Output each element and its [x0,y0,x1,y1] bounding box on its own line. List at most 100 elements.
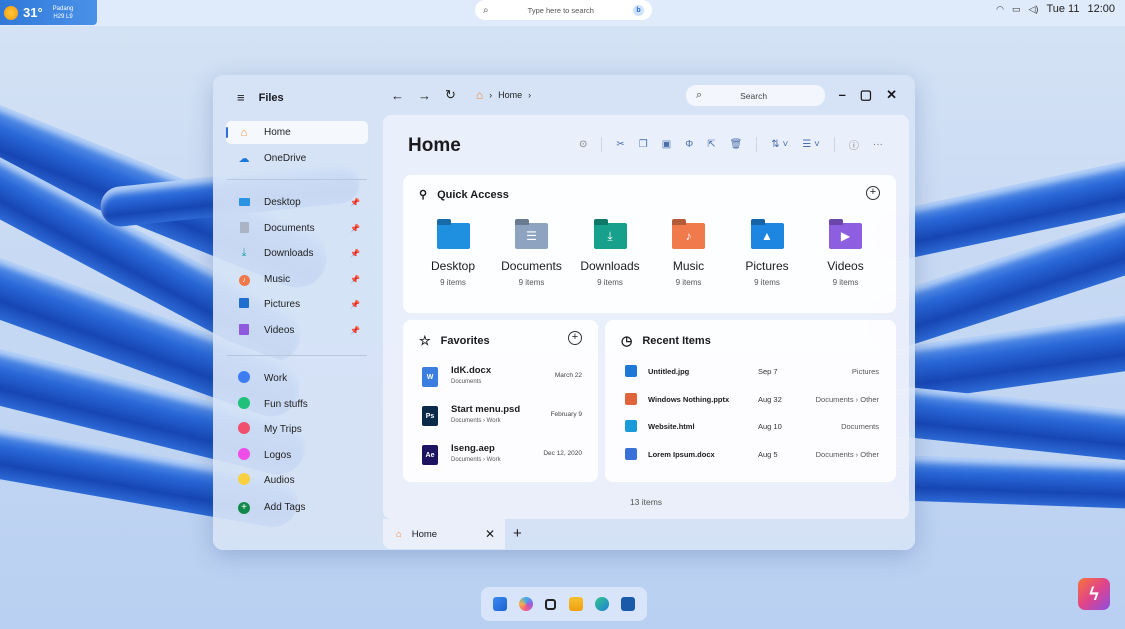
tag-my-trips[interactable]: My Trips [226,418,368,441]
copilot-floating-button[interactable]: ϟ [1078,578,1110,610]
new-icon[interactable]: ⊙ [579,139,587,150]
folder-count: 9 items [597,278,623,287]
quick-access-pictures[interactable]: ▲ Pictures 9 items [727,223,807,287]
clock[interactable]: 12:00 [1087,3,1115,15]
pin-icon[interactable]: 📌 [350,275,360,284]
tag-fun-stuffs[interactable]: Fun stuffs [226,393,368,416]
pin-icon[interactable]: 📌 [350,198,360,207]
sort-icon[interactable]: ⇅ ˅ [771,139,788,150]
start-icon[interactable] [493,597,508,611]
sidebar-item-videos[interactable]: Videos 📌 [226,319,368,342]
tag-color-dot [238,448,250,460]
edge-icon[interactable] [594,597,609,611]
file-date: March 22 [554,372,582,379]
pin-icon[interactable]: 📌 [350,224,360,233]
copilot-icon[interactable] [519,597,534,611]
window-search-input[interactable]: ⌕ Search [686,85,825,106]
tag-logos[interactable]: Logos [226,444,368,467]
help-icon[interactable]: ⓘ [849,137,859,152]
quick-access-downloads[interactable]: ⤓ Downloads 9 items [570,223,650,287]
tag-color-dot [238,397,250,409]
pin-icon[interactable]: 📌 [350,326,360,335]
quick-access-music[interactable]: ♪ Music 9 items [649,223,729,287]
file-date: Aug 10 [758,422,782,431]
favorite-item[interactable]: Ae Iseng.aep Documents › Work Dec 12, 20… [422,443,582,473]
quick-access-desktop[interactable]: Desktop 9 items [413,223,493,287]
rename-icon[interactable]: Φ [685,139,693,150]
folder-count: 9 items [518,278,545,287]
hamburger-menu-icon[interactable]: ≡ [237,90,245,105]
minimize-button[interactable]: – [839,87,846,103]
videos-icon [237,323,251,338]
sidebar-item-pictures[interactable]: Pictures 📌 [226,293,368,316]
bing-icon[interactable]: b [633,4,644,16]
paste-icon[interactable]: ▣ [662,139,671,150]
documents-icon [237,221,251,236]
store-icon[interactable] [620,597,635,611]
share-icon[interactable]: ⇱ [707,139,715,150]
folder-name: Downloads [580,259,640,273]
quick-access-documents[interactable]: ☰ Documents 9 items [492,223,572,287]
desktop-folder-icon [237,197,251,209]
sidebar-item-downloads[interactable]: ⤓ Downloads 📌 [226,242,368,265]
pin-icon[interactable]: 📌 [350,249,360,258]
back-button[interactable]: ← [391,88,404,103]
file-name: Website.html [648,422,695,431]
forward-button[interactable]: → [418,88,431,103]
recent-item[interactable]: Untitled.jpg Sep 7 Pictures [625,365,879,385]
breadcrumb: ⌂ › Home › [476,88,531,102]
home-icon[interactable]: ⌂ [476,88,483,102]
battery-icon[interactable]: ▭ [1012,4,1021,15]
sidebar-item-documents[interactable]: Documents 📌 [226,217,368,240]
file-name: Lorem Ipsum.docx [648,449,715,459]
delete-icon[interactable]: 🗑 [730,139,743,150]
quick-access-videos[interactable]: ▶ Videos 9 items [806,223,886,287]
weather-location: Padang [52,5,74,12]
file-explorer-icon[interactable] [568,597,583,611]
folder-count: 9 items [675,278,702,287]
files-window: ≡ Files ⌂ Home ☁ OneDrive Desktop 📌 Docum… [213,75,915,550]
add-tags-button[interactable]: + Add Tags [226,496,368,519]
chevron-right-icon[interactable]: › [528,90,531,100]
tab-home[interactable]: ⌂ Home ✕ [383,519,505,549]
folder-icon: ☰ [515,223,548,249]
add-favorite-button[interactable]: + [568,331,582,345]
close-tab-button[interactable]: ✕ [485,527,495,541]
sidebar-item-music[interactable]: ♪ Music 📌 [226,268,368,291]
cut-icon[interactable]: ✂ [616,139,624,150]
weather-widget[interactable]: 31° Padang H29 L9 [0,0,97,25]
recent-item[interactable]: Lorem Ipsum.docx Aug 5 Documents › Other [625,447,879,468]
pin-icon[interactable]: 📌 [350,300,360,309]
maximize-button[interactable]: ▢ [860,87,872,103]
refresh-button[interactable]: ↻ [445,87,456,103]
sidebar-item-desktop[interactable]: Desktop 📌 [226,191,368,214]
sidebar-item-onedrive[interactable]: ☁ OneDrive [226,147,368,170]
tag-audios[interactable]: Audios [226,469,368,492]
folder-name: Pictures [745,259,789,273]
file-name: Start menu.psd [451,404,521,415]
taskbar [481,587,647,621]
file-location: Pictures [851,367,879,376]
tag-color-dot [238,473,250,485]
file-path: Documents [451,379,482,385]
more-icon[interactable]: ··· [873,139,883,150]
recent-item[interactable]: Website.html Aug 10 Documents [625,420,879,440]
breadcrumb-item[interactable]: Home [498,90,522,100]
wifi-icon[interactable]: ◠ [996,4,1004,15]
favorite-item[interactable]: W IdK.docx Documents March 22 [422,365,582,395]
file-date: February 9 [550,411,582,418]
new-tab-button[interactable]: + [513,525,522,542]
copy-icon[interactable]: ❐ [639,139,648,150]
recent-item[interactable]: Windows Nothing.pptx Aug 32 Documents › … [625,392,879,413]
tag-work[interactable]: Work [226,367,368,390]
date[interactable]: Tue 11 [1046,3,1079,15]
view-icon[interactable]: ☰ ˅ [802,139,820,150]
favorite-item[interactable]: Ps Start menu.psd Documents › Work Febru… [422,404,582,434]
add-quick-access-button[interactable]: + [866,186,880,200]
volume-icon[interactable]: ◁) [1029,4,1039,15]
sidebar-item-home[interactable]: ⌂ Home [226,121,368,144]
taskbar-search[interactable]: ⌕ Type here to search b [475,0,652,20]
task-view-icon[interactable] [545,598,557,610]
divider [227,355,367,356]
close-button[interactable]: ✕ [886,87,897,103]
